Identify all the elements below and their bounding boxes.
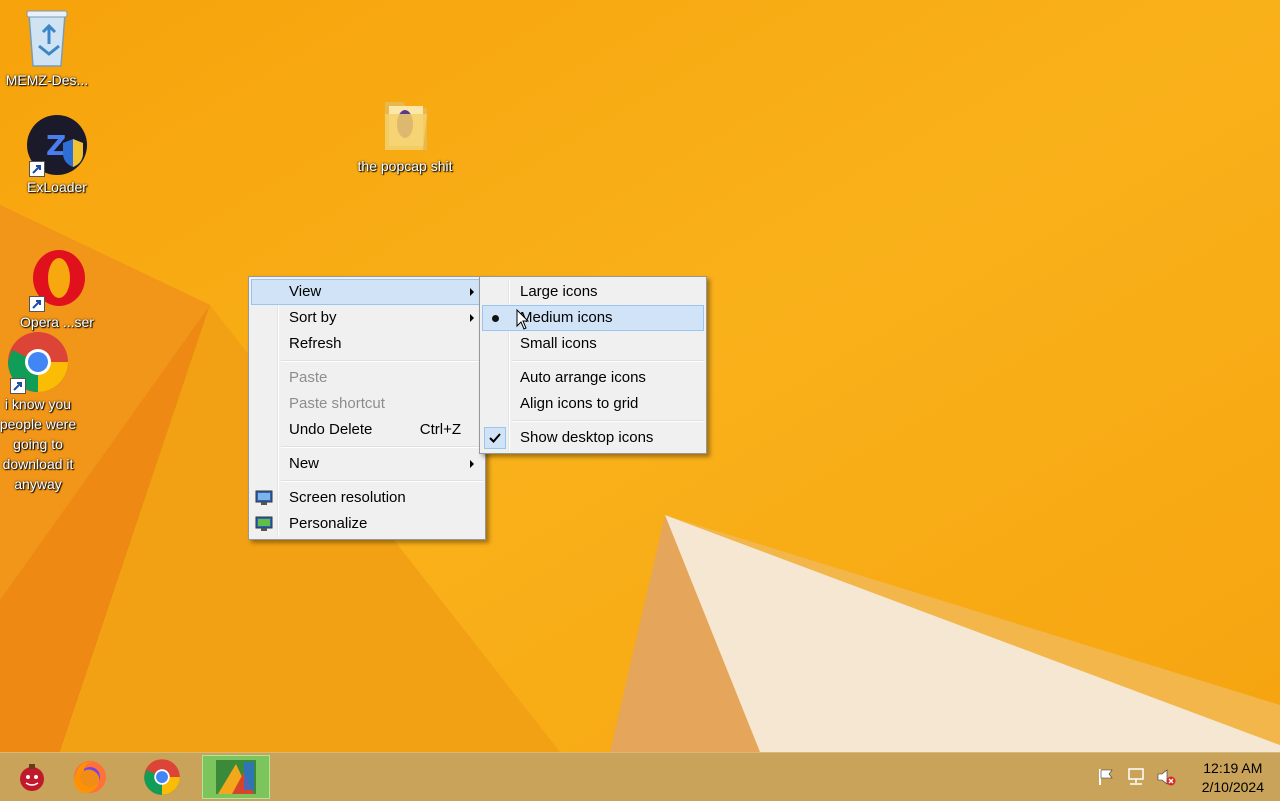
desktop-icon-chrome[interactable]: i know you people were going to download…: [0, 330, 86, 494]
menu-item-undo-delete[interactable]: Undo Delete Ctrl+Z: [251, 417, 483, 443]
shortcut-arrow-icon: [29, 296, 45, 312]
desktop-icon-recycle-bin[interactable]: MEMZ-Des...: [0, 6, 95, 90]
menu-item-personalize[interactable]: Personalize: [251, 511, 483, 537]
menu-item-label: Personalize: [289, 515, 368, 532]
desktop-icon-label: MEMZ-Des...: [5, 72, 89, 88]
menu-item-label: Sort by: [289, 309, 337, 326]
chrome-icon: [6, 330, 70, 394]
menu-item-small-icons[interactable]: Small icons: [482, 331, 704, 357]
menu-item-label: Screen resolution: [289, 489, 406, 506]
menu-item-label: Small icons: [520, 335, 597, 352]
image-viewer-icon: [216, 760, 256, 794]
display-icon: [252, 486, 276, 510]
exloader-icon: Z: [25, 113, 89, 177]
menu-separator: [512, 420, 704, 422]
menu-item-large-icons[interactable]: Large icons: [482, 279, 704, 305]
desktop[interactable]: MEMZ-Des... Z ExLoader the popcap shit O…: [0, 0, 1280, 752]
menu-item-paste-shortcut: Paste shortcut: [251, 391, 483, 417]
menu-item-label: Refresh: [289, 335, 342, 352]
menu-item-new[interactable]: New: [251, 451, 483, 477]
chrome-icon: [144, 759, 180, 795]
menu-separator: [281, 446, 483, 448]
checkmark-icon: [483, 426, 507, 450]
menu-item-refresh[interactable]: Refresh: [251, 331, 483, 357]
opera-icon: [25, 248, 89, 312]
menu-item-label: Show desktop icons: [520, 429, 654, 446]
mouse-cursor-icon: [516, 309, 530, 330]
taskbar-clock[interactable]: 12:19 AM 2/10/2024: [1202, 759, 1264, 797]
radio-bullet-icon: [483, 306, 507, 330]
memz-icon: [20, 764, 44, 791]
menu-item-label: Large icons: [520, 283, 598, 300]
menu-item-screen-resolution[interactable]: Screen resolution: [251, 485, 483, 511]
menu-item-sort-by[interactable]: Sort by: [251, 305, 483, 331]
submenu-arrow-icon: [470, 460, 474, 468]
menu-item-label: Auto arrange icons: [520, 369, 646, 386]
menu-item-view[interactable]: View: [251, 279, 483, 305]
menu-item-label: Align icons to grid: [520, 395, 639, 412]
menu-separator: [281, 360, 483, 362]
taskbar-app-active[interactable]: [202, 755, 270, 799]
menu-item-label: Medium icons: [520, 309, 613, 326]
menu-separator: [281, 480, 483, 482]
firefox-icon: [74, 761, 106, 793]
clock-date: 2/10/2024: [1201, 779, 1264, 795]
menu-item-align-to-grid[interactable]: Align icons to grid: [482, 391, 704, 417]
menu-item-auto-arrange[interactable]: Auto arrange icons: [482, 365, 704, 391]
desktop-context-menu: View Sort by Refresh Paste Paste shortcu…: [248, 276, 486, 540]
desktop-icon-label: ExLoader: [27, 179, 87, 195]
menu-item-paste: Paste: [251, 365, 483, 391]
desktop-icon-label: i know you people were going to download…: [0, 396, 77, 492]
menu-item-label: Paste shortcut: [289, 395, 385, 412]
submenu-arrow-icon: [470, 288, 474, 296]
menu-item-label: View: [289, 283, 322, 300]
desktop-icon-label: Opera ...ser: [20, 314, 94, 330]
taskbar-app-chrome[interactable]: [130, 755, 194, 799]
folder-icon: [373, 92, 437, 156]
shortcut-arrow-icon: [29, 161, 45, 177]
action-center-flag-icon[interactable]: [1096, 767, 1116, 787]
submenu-arrow-icon: [470, 314, 474, 322]
desktop-icon-folder[interactable]: the popcap shit: [357, 92, 453, 176]
menu-item-show-desktop-icons[interactable]: Show desktop icons: [482, 425, 704, 451]
network-icon[interactable]: [1126, 767, 1146, 787]
volume-muted-icon[interactable]: [1156, 767, 1176, 787]
taskbar: 12:19 AM 2/10/2024: [0, 752, 1280, 801]
desktop-icon-label: the popcap shit: [357, 158, 453, 174]
clock-time: 12:19 AM: [1203, 760, 1263, 776]
menu-separator: [512, 360, 704, 362]
personalize-icon: [252, 512, 276, 536]
taskbar-app-memz[interactable]: [0, 755, 64, 799]
menu-item-label: Undo Delete: [289, 421, 373, 438]
recycle-bin-icon: [15, 6, 79, 70]
menu-item-shortcut: Ctrl+Z: [419, 421, 461, 438]
desktop-icon-opera[interactable]: Opera ...ser: [9, 248, 105, 332]
menu-item-label: New: [289, 455, 320, 472]
taskbar-app-firefox[interactable]: [58, 755, 122, 799]
view-submenu: Large icons Medium icons Small icons Aut…: [479, 276, 707, 454]
menu-item-label: Paste: [289, 369, 328, 386]
shortcut-arrow-icon: [10, 378, 26, 394]
desktop-icon-exloader[interactable]: Z ExLoader: [9, 113, 105, 197]
